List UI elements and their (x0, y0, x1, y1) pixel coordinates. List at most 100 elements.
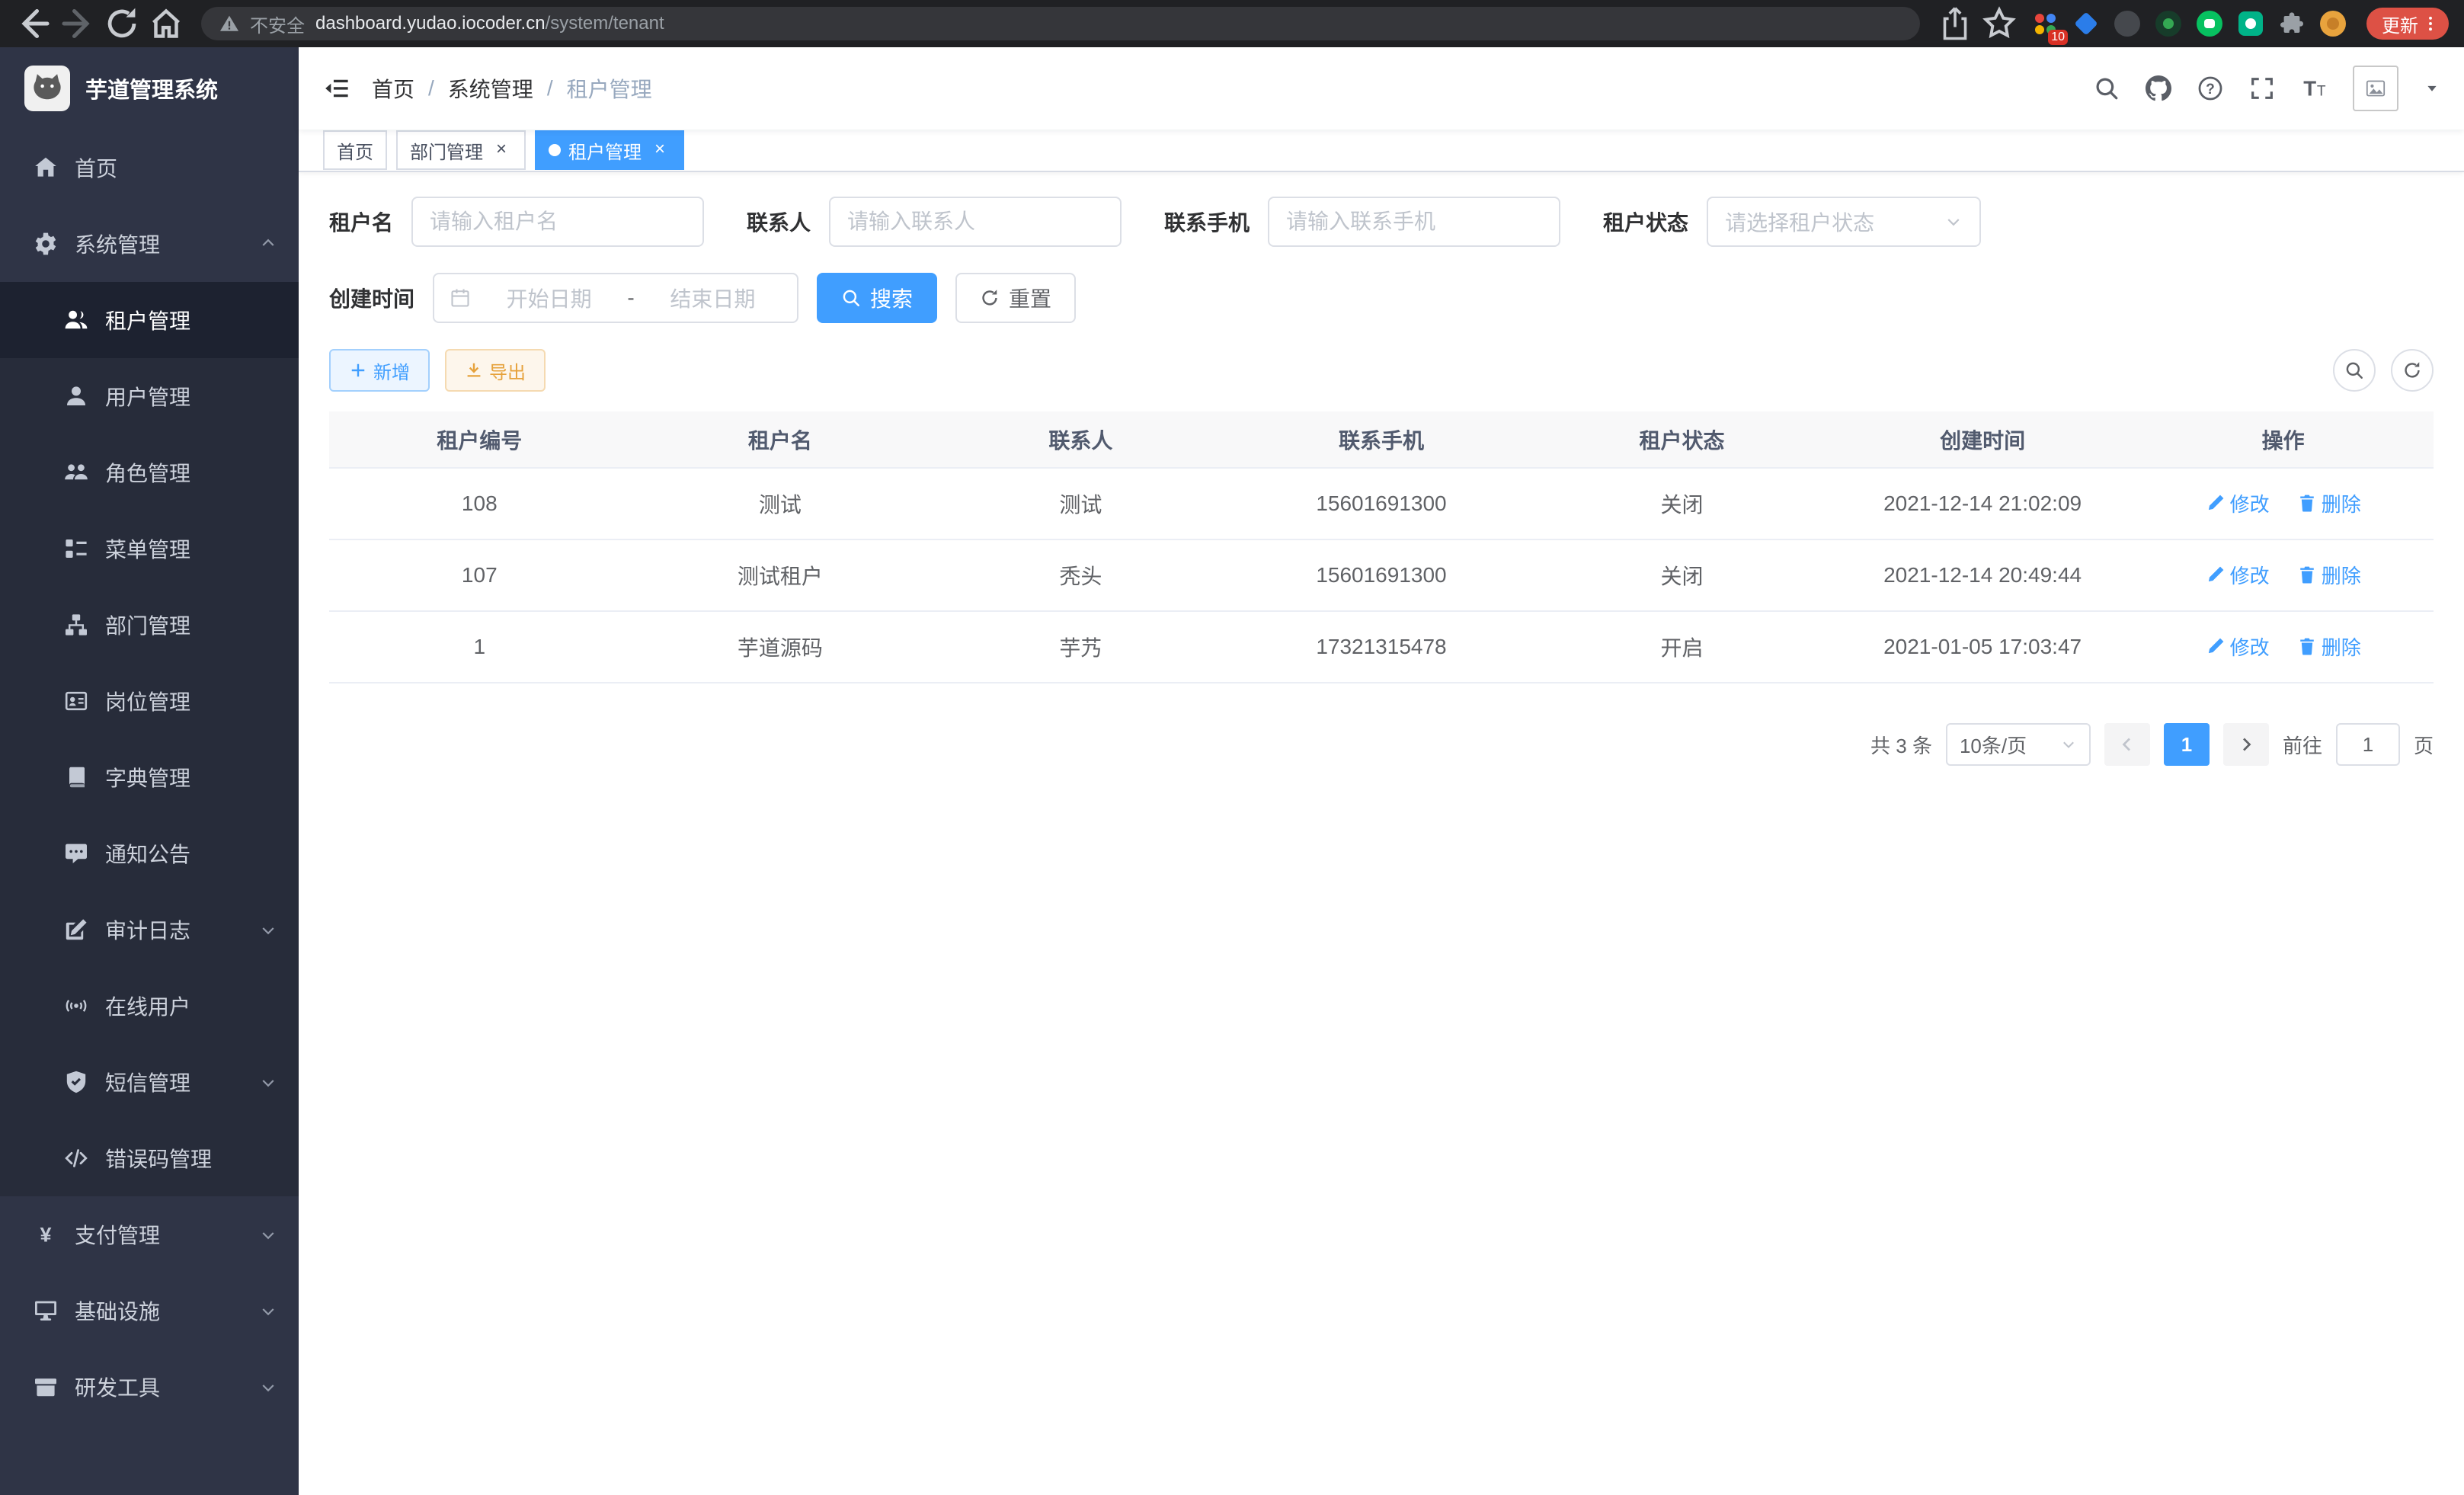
tab-0[interactable]: 首页 (323, 130, 387, 170)
sidebar-item-online[interactable]: 在线用户 (0, 968, 299, 1044)
tab-close-icon[interactable]: × (649, 139, 670, 161)
toolbar-right (2333, 349, 2434, 392)
column-header: 联系人 (930, 411, 1231, 468)
extensions-puzzle-icon[interactable] (2278, 10, 2306, 37)
extension-icon-dark[interactable] (2114, 10, 2141, 37)
cell-id: 108 (329, 468, 630, 539)
sms-icon (64, 1070, 88, 1094)
url-path: /system/tenant (546, 13, 664, 34)
next-page-button[interactable] (2223, 723, 2269, 766)
dept-icon (64, 613, 88, 637)
breadcrumb-item[interactable]: 系统管理 (448, 73, 533, 104)
browser-menu-kebab-icon[interactable] (2421, 14, 2440, 33)
cell-contact: 秃头 (930, 539, 1231, 611)
download-icon (465, 361, 483, 379)
user-menu-caret-icon[interactable] (2424, 81, 2440, 96)
avatar[interactable] (2353, 66, 2398, 111)
browser-home-button[interactable] (148, 5, 184, 42)
sidebar-item-errcode[interactable]: 错误码管理 (0, 1120, 299, 1196)
sidebar-collapse-button[interactable] (323, 75, 350, 102)
delete-link[interactable]: 删除 (2297, 561, 2361, 589)
header-search-icon[interactable] (2094, 75, 2120, 101)
extension-icon-colors[interactable]: 10 (2031, 10, 2059, 37)
user-icon (64, 384, 88, 408)
cell-actions: 修改删除 (2133, 468, 2434, 539)
address-bar[interactable]: 不安全 dashboard.yudao.iocoder.cn/system/te… (201, 7, 1920, 40)
edit-link[interactable]: 修改 (2206, 489, 2270, 517)
cell-created: 2021-12-14 21:02:09 (1832, 468, 2133, 539)
sidebar-item-label: 通知公告 (105, 838, 190, 869)
prev-page-button[interactable] (2104, 723, 2150, 766)
browser-reload-button[interactable] (104, 5, 140, 42)
share-icon[interactable] (1937, 5, 1973, 42)
extension-icon-blue[interactable] (2072, 10, 2100, 37)
tenant-status-select[interactable]: 请选择租户状态 (1707, 197, 1981, 247)
sidebar-item-tenant[interactable]: 租户管理 (0, 282, 299, 358)
dict-icon (64, 765, 88, 789)
sidebar-item-label: 短信管理 (105, 1067, 190, 1097)
sidebar-item-role[interactable]: 角色管理 (0, 434, 299, 511)
goto-page-input[interactable] (2336, 723, 2400, 766)
total-count: 共 3 条 (1870, 731, 1932, 759)
tab-1[interactable]: 部门管理× (396, 130, 526, 170)
filter-row-2: 创建时间 开始日期 - 结束日期 搜索 重置 (329, 273, 2434, 323)
chevron-right-icon (2237, 735, 2255, 754)
home-icon (34, 155, 58, 180)
breadcrumb-item[interactable]: 首页 (372, 73, 414, 104)
font-size-icon[interactable]: TT (2301, 75, 2327, 101)
page-size-select[interactable]: 10条/页 (1946, 723, 2091, 766)
search-button-label: 搜索 (870, 283, 913, 313)
toggle-search-button[interactable] (2333, 349, 2376, 392)
contact-mobile-input[interactable] (1268, 197, 1560, 247)
sidebar-item-audit[interactable]: 审计日志 (0, 892, 299, 968)
cell-contact: 芋艿 (930, 611, 1231, 683)
extension-icon-green-chat[interactable] (2196, 10, 2223, 37)
table-row: 107测试租户秃头15601691300关闭2021-12-14 20:49:4… (329, 539, 2434, 611)
sidebar-item-dept[interactable]: 部门管理 (0, 587, 299, 663)
search-icon (2344, 360, 2364, 380)
sidebar-item-notice[interactable]: 通知公告 (0, 815, 299, 892)
extension-icon-dark-green[interactable] (2155, 10, 2182, 37)
sidebar-item-user[interactable]: 用户管理 (0, 358, 299, 434)
sidebar-item-home[interactable]: 首页 (0, 130, 299, 206)
github-icon[interactable] (2146, 75, 2171, 101)
sidebar-item-label: 系统管理 (75, 229, 160, 259)
search-button[interactable]: 搜索 (817, 273, 937, 323)
sidebar-item-menu[interactable]: 菜单管理 (0, 511, 299, 587)
edit-link[interactable]: 修改 (2206, 632, 2270, 661)
chrome-update-button[interactable]: 更新 (2366, 8, 2449, 40)
extension-icon-green-square[interactable] (2237, 10, 2264, 37)
sidebar-item-system[interactable]: 系统管理 (0, 206, 299, 282)
browser-profile-avatar[interactable] (2319, 10, 2347, 37)
browser-back-button[interactable] (15, 5, 52, 42)
reset-button[interactable]: 重置 (955, 273, 1076, 323)
help-icon[interactable]: ? (2197, 75, 2223, 101)
create-time-range-picker[interactable]: 开始日期 - 结束日期 (433, 273, 798, 323)
not-secure-icon (219, 14, 239, 34)
sidebar-item-pay[interactable]: ¥支付管理 (0, 1196, 299, 1273)
green-square-icon (2238, 11, 2263, 36)
sidebar-item-sms[interactable]: 短信管理 (0, 1044, 299, 1120)
tab-2[interactable]: 租户管理× (535, 130, 684, 170)
sidebar-item-dict[interactable]: 字典管理 (0, 739, 299, 815)
sidebar-item-tools[interactable]: 研发工具 (0, 1349, 299, 1425)
page-number-1[interactable]: 1 (2164, 723, 2210, 766)
add-button[interactable]: 新增 (329, 349, 430, 392)
export-button[interactable]: 导出 (445, 349, 546, 392)
export-button-label: 导出 (489, 357, 526, 384)
contact-name-input[interactable] (829, 197, 1122, 247)
bookmark-star-icon[interactable] (1981, 5, 2018, 42)
edit-link[interactable]: 修改 (2206, 561, 2270, 589)
fullscreen-icon[interactable] (2249, 75, 2275, 101)
sidebar-item-post[interactable]: 岗位管理 (0, 663, 299, 739)
delete-link[interactable]: 删除 (2297, 632, 2361, 661)
refresh-table-button[interactable] (2391, 349, 2434, 392)
tab-close-icon[interactable]: × (491, 139, 512, 161)
sidebar-item-infra[interactable]: 基础设施 (0, 1273, 299, 1349)
sidebar-item-label: 基础设施 (75, 1295, 160, 1326)
cell-mobile: 15601691300 (1231, 468, 1532, 539)
browser-forward-button[interactable] (59, 5, 96, 42)
tenant-name-input[interactable] (411, 197, 704, 247)
header: 首页/系统管理/租户管理 ? TT (299, 47, 2464, 130)
delete-link[interactable]: 删除 (2297, 489, 2361, 517)
